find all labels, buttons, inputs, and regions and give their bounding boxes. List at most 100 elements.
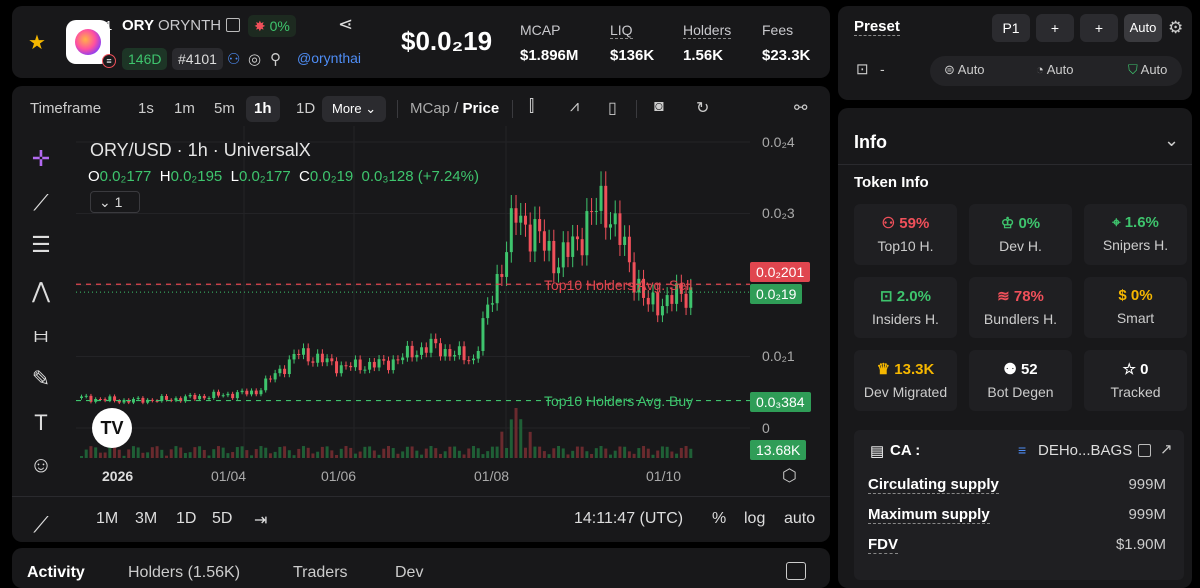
favorite-star-icon[interactable]: ★: [28, 30, 46, 55]
chevron-down-icon[interactable]: ⌄: [1164, 130, 1179, 151]
gas-value: Auto: [1046, 62, 1074, 77]
candle-body: [235, 392, 239, 399]
gas-auto[interactable]: ◔ Auto: [1036, 62, 1074, 77]
info-card[interactable]: ♔ 0% Dev H.: [969, 204, 1072, 265]
candle-body: [533, 219, 537, 252]
trendline-tool-icon[interactable]: ⟋: [26, 190, 56, 216]
divider: [512, 100, 513, 118]
info-card[interactable]: ⊡ 2.0% Insiders H.: [854, 277, 957, 338]
info-card[interactable]: ⚇ 59% Top10 H.: [854, 204, 957, 265]
volume-bar: [146, 452, 150, 458]
range-3m[interactable]: 3M: [135, 510, 157, 528]
circulating-supply-label: Circulating supply: [868, 476, 999, 494]
volume-bar: [651, 454, 655, 458]
camera-icon[interactable]: ◙: [654, 98, 664, 116]
token-number-badge: #4101: [172, 48, 223, 70]
volume-bar: [552, 448, 556, 458]
price-label: Price: [462, 100, 500, 117]
fib-tool-icon[interactable]: ☰: [26, 232, 56, 258]
ohlc-close: 0.0₂19: [309, 168, 354, 185]
candles-icon[interactable]: ⫿: [529, 98, 534, 116]
more-intervals-button[interactable]: More ⌄: [322, 96, 387, 122]
auto-scale-toggle[interactable]: auto: [784, 510, 815, 528]
wallet-icon: ⊡: [856, 61, 869, 78]
refresh-icon[interactable]: ↻: [696, 98, 709, 118]
indicators-icon[interactable]: ⩘: [570, 98, 579, 116]
candle-body: [221, 395, 225, 397]
copy-icon[interactable]: [226, 18, 240, 32]
slippage-auto[interactable]: ⊜ Auto: [944, 62, 985, 78]
candle-body: [415, 354, 419, 358]
interval-1s[interactable]: 1s: [130, 96, 162, 122]
range-1m[interactable]: 1M: [96, 510, 118, 528]
auto-preset-button[interactable]: Auto: [1124, 14, 1162, 42]
volume-bar: [472, 446, 476, 458]
external-link-icon[interactable]: ↗: [1160, 440, 1173, 458]
log-scale-toggle[interactable]: log: [744, 510, 765, 528]
contract-box: ▤ CA : ≡ DEHo...BAGS ↗ Circulating suppl…: [854, 430, 1184, 580]
candle-body: [538, 219, 542, 232]
tab-dev[interactable]: Dev: [395, 564, 423, 582]
info-card[interactable]: ♛ 13.3K Dev Migrated: [854, 350, 957, 411]
info-card[interactable]: $ 0% Smart: [1084, 277, 1187, 338]
preset-p1-button[interactable]: P1: [992, 14, 1030, 42]
crosshair-tool-icon[interactable]: ✛: [26, 146, 56, 172]
volume-bar: [613, 450, 617, 458]
info-card-value-text: 0: [1140, 361, 1149, 378]
copy-ca-icon[interactable]: [1138, 444, 1151, 457]
search-icon[interactable]: ⚲: [270, 50, 281, 68]
volume-bar: [268, 453, 272, 458]
add-preset-button-2[interactable]: +: [1080, 14, 1118, 42]
globe-icon[interactable]: ◎: [248, 50, 261, 68]
date-range-icon[interactable]: ⇥: [254, 510, 267, 530]
settings-icon[interactable]: ⚙: [1168, 18, 1183, 38]
info-card[interactable]: ≋ 78% Bundlers H.: [969, 277, 1072, 338]
user-icon[interactable]: ⚇: [227, 50, 240, 68]
twitter-handle-link[interactable]: @orynthai: [297, 50, 361, 66]
volume-bar: [547, 454, 551, 458]
volume-bar: [216, 446, 220, 458]
ruler-tool-icon[interactable]: ⟋: [26, 512, 56, 538]
share-chart-icon[interactable]: ⚯: [794, 98, 807, 118]
interval-5m[interactable]: 5m: [206, 96, 243, 122]
bookmark-icon[interactable]: ▯: [608, 98, 617, 118]
slippage-icon: ⊜: [944, 62, 958, 77]
volume-bar: [325, 446, 329, 458]
info-card[interactable]: ⚉ 52 Bot Degen: [969, 350, 1072, 411]
add-preset-button[interactable]: +: [1036, 14, 1074, 42]
interval-1d[interactable]: 1D: [288, 96, 323, 122]
interval-1m[interactable]: 1m: [166, 96, 203, 122]
candle-body: [273, 373, 277, 380]
volume-bar: [424, 448, 428, 458]
emoji-tool-icon[interactable]: ☺: [26, 452, 56, 478]
chart-settings-icon[interactable]: ⬡: [782, 466, 797, 486]
pattern-tool-icon[interactable]: ⋀: [26, 278, 56, 304]
percent-scale-toggle[interactable]: %: [712, 510, 726, 528]
interval-1h[interactable]: 1h: [246, 96, 280, 122]
tab-activity[interactable]: Activity: [27, 564, 85, 582]
info-card-value: ⚇ 59%: [854, 214, 957, 232]
candle-body: [566, 242, 570, 257]
tab-traders[interactable]: Traders: [293, 564, 348, 582]
prediction-tool-icon[interactable]: ⧦: [26, 322, 56, 348]
tab-holders[interactable]: Holders (1.56K): [128, 564, 240, 582]
info-card[interactable]: ⌖ 1.6% Snipers H.: [1084, 204, 1187, 265]
mcap-price-toggle[interactable]: MCap / Price: [410, 100, 499, 117]
range-5d[interactable]: 5D: [212, 510, 232, 528]
volume-bar: [160, 449, 164, 458]
volume-bar: [349, 447, 353, 458]
mev-auto[interactable]: ⛉ Auto: [1128, 62, 1167, 78]
series-count-button[interactable]: ⌄ 1: [90, 191, 140, 213]
text-tool-icon[interactable]: T: [26, 410, 56, 436]
brush-tool-icon[interactable]: ✎: [26, 366, 56, 392]
info-card[interactable]: ☆ 0 Tracked: [1084, 350, 1187, 411]
volume-bar: [188, 452, 192, 458]
info-card-value: ⊡ 2.0%: [854, 287, 957, 305]
candle-body: [434, 338, 438, 344]
ca-label: CA :: [890, 442, 921, 459]
range-1d[interactable]: 1D: [176, 510, 196, 528]
share-icon[interactable]: ⋖: [338, 14, 353, 35]
panel-layout-icon[interactable]: [786, 562, 806, 580]
candle-body: [604, 185, 608, 228]
volume-bar: [505, 447, 509, 458]
